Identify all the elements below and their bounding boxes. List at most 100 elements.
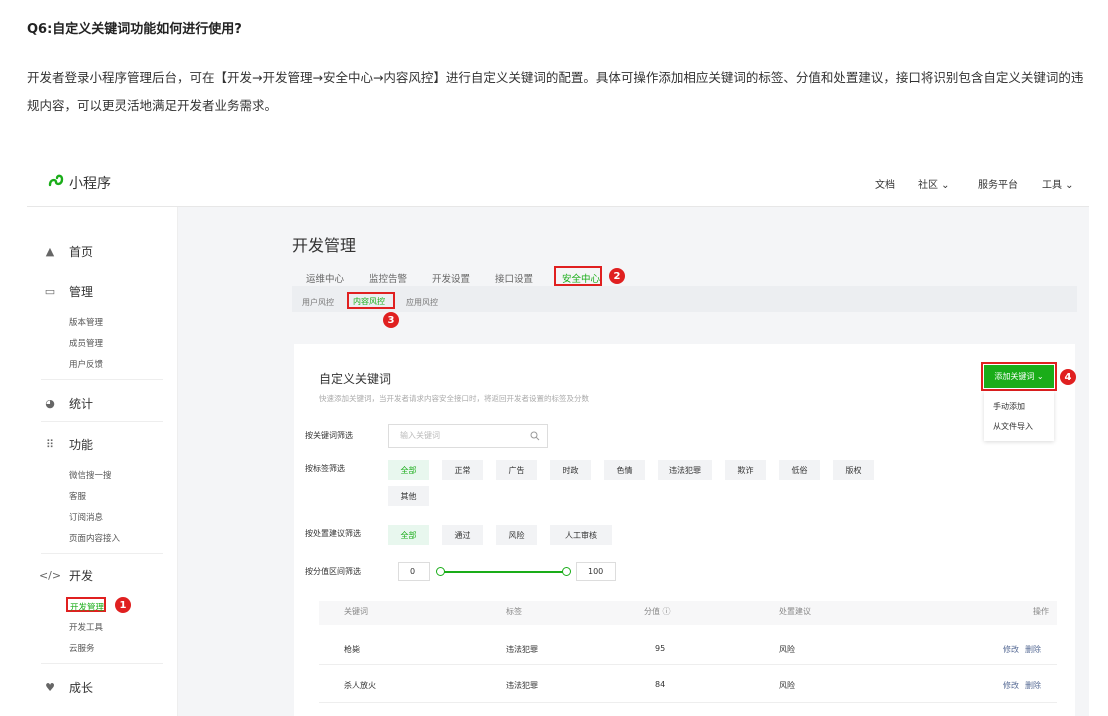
- menu-item-manual-add[interactable]: 手动添加: [993, 401, 1025, 412]
- cell-keyword: 杀人放火: [344, 681, 376, 690]
- page-title: 开发管理: [292, 236, 357, 255]
- cell-score: 95: [655, 644, 666, 653]
- cell-action: 风险: [779, 645, 795, 654]
- action-chip-manual-review[interactable]: 人工审核: [550, 525, 612, 545]
- subtab-user-risk[interactable]: 用户风控: [302, 297, 334, 308]
- column-header-operation: 操作: [1033, 607, 1049, 616]
- tag-chip-fraud[interactable]: 欺诈: [725, 460, 766, 480]
- sidebar-item-subscribe[interactable]: 订阅消息: [69, 511, 103, 523]
- question-body: 开发者登录小程序管理后台，可在【开发→开发管理→安全中心→内容风控】进行自定义关…: [27, 70, 1084, 113]
- chevron-down-icon: ⌄: [1034, 372, 1044, 381]
- nav-docs[interactable]: 文档: [875, 176, 895, 191]
- tab-dev-settings[interactable]: 开发设置: [432, 271, 470, 285]
- divider: [41, 379, 163, 380]
- sidebar-item-feedback[interactable]: 用户反馈: [69, 358, 103, 370]
- slider-handle-max[interactable]: [562, 567, 571, 576]
- sidebar-item-dev[interactable]: </> 开发: [39, 567, 94, 584]
- annotation-badge: 4: [1060, 369, 1076, 385]
- annotation-badge: 1: [115, 597, 131, 613]
- search-icon: [530, 431, 540, 441]
- sidebar-item-version[interactable]: 版本管理: [69, 316, 103, 328]
- sidebar-item-dev-management[interactable]: 开发管理: [66, 597, 106, 613]
- nav-community-label: 社区: [918, 180, 938, 191]
- sidebar-item-members[interactable]: 成员管理: [69, 337, 103, 349]
- card-title: 自定义关键词: [319, 372, 392, 386]
- screenshot-panel: 小程序 文档 社区 ⌄ 服务平台 工具 ⌄ ▲ 首页 ▭ 管理 版本管理 成员管理 …: [27, 158, 1089, 716]
- cell-tag: 违法犯罪: [506, 645, 538, 654]
- question-title: Q6:自定义关键词功能如何进行使用?: [27, 22, 242, 37]
- pie-chart-icon: ◕: [45, 397, 55, 410]
- tag-chip-illegal[interactable]: 违法犯罪: [658, 460, 712, 480]
- sidebar-item-home[interactable]: ▲ 首页: [43, 243, 93, 260]
- sidebar-item-features[interactable]: ⠿ 功能: [43, 436, 93, 453]
- slider-handle-min[interactable]: [436, 567, 445, 576]
- inbox-icon: ▭: [44, 285, 56, 298]
- search-placeholder: 输入关键词: [400, 431, 440, 440]
- sidebar-item-growth[interactable]: ♥ 成长: [43, 679, 93, 696]
- edit-link[interactable]: 修改: [1003, 644, 1019, 655]
- delete-link[interactable]: 删除: [1025, 644, 1041, 655]
- action-chip-pass[interactable]: 通过: [442, 525, 483, 545]
- tag-chip-all[interactable]: 全部: [388, 460, 429, 480]
- sidebar-item-dev-tools[interactable]: 开发工具: [69, 621, 103, 633]
- filter-tag-label: 按标签筛选: [305, 464, 345, 473]
- sidebar-manage-label: 管理: [69, 285, 94, 299]
- annotation-badge: 2: [609, 268, 625, 284]
- tag-chip-normal[interactable]: 正常: [442, 460, 483, 480]
- score-range-slider[interactable]: [440, 571, 564, 573]
- card-description: 快速添加关键词，当开发者请求内容安全接口时，将返回开发者设置的标签及分数: [319, 394, 589, 403]
- subtab-content-risk[interactable]: 内容风控: [347, 292, 395, 309]
- add-dropdown-menu: 手动添加 从文件导入: [984, 391, 1054, 441]
- tab-security-center[interactable]: 安全中心: [554, 266, 602, 286]
- sidebar-item-service[interactable]: 客服: [69, 490, 86, 502]
- sidebar-item-search[interactable]: 微信搜一搜: [69, 469, 112, 481]
- tag-chip-ads[interactable]: 广告: [496, 460, 537, 480]
- edit-link[interactable]: 修改: [1003, 680, 1019, 691]
- cell-tag: 违法犯罪: [506, 681, 538, 690]
- keyword-search-input[interactable]: 输入关键词: [388, 424, 548, 448]
- tab-ops[interactable]: 运维中心: [306, 271, 344, 285]
- miniprogram-logo-icon: [48, 174, 64, 187]
- filter-score-label: 按分值区间筛选: [305, 567, 361, 576]
- tag-chip-vulgar[interactable]: 低俗: [779, 460, 820, 480]
- keyword-card: 自定义关键词 快速添加关键词，当开发者请求内容安全接口时，将返回开发者设置的标签…: [294, 344, 1076, 716]
- sidebar-item-cloud[interactable]: 云服务: [69, 642, 95, 654]
- tag-chip-other[interactable]: 其他: [388, 486, 429, 506]
- tab-api-settings[interactable]: 接口设置: [495, 271, 533, 285]
- score-min-input[interactable]: 0: [398, 562, 430, 581]
- add-keyword-label: 添加关键词: [994, 372, 1035, 381]
- tab-monitor[interactable]: 监控告警: [369, 271, 407, 285]
- score-max-input[interactable]: 100: [576, 562, 616, 581]
- menu-item-import-file[interactable]: 从文件导入: [993, 421, 1033, 432]
- row-divider: [319, 702, 1057, 703]
- divider: [41, 663, 163, 664]
- filter-action-label: 按处置建议筛选: [305, 529, 361, 538]
- home-icon: ▲: [45, 245, 55, 258]
- divider: [41, 421, 163, 422]
- sidebar-dev-label: 开发: [69, 569, 94, 583]
- growth-icon: ♥: [45, 681, 55, 694]
- nav-tools-label: 工具: [1042, 180, 1062, 191]
- nav-community[interactable]: 社区 ⌄: [918, 176, 950, 191]
- sidebar-item-manage[interactable]: ▭ 管理: [43, 283, 93, 300]
- row-divider: [319, 664, 1057, 665]
- top-bar: 小程序 文档 社区 ⌄ 服务平台 工具 ⌄: [27, 158, 1089, 207]
- subtab-app-risk[interactable]: 应用风控: [406, 297, 438, 308]
- sidebar-item-page-content[interactable]: 页面内容接入: [69, 532, 120, 544]
- table-header: [319, 601, 1057, 625]
- action-chip-risk[interactable]: 风险: [496, 525, 537, 545]
- column-header-keyword: 关键词: [344, 607, 368, 616]
- sidebar-home-label: 首页: [69, 245, 94, 259]
- column-header-score: 分值 ⓘ: [644, 607, 671, 616]
- sidebar-item-stats[interactable]: ◕ 统计: [43, 395, 93, 412]
- nav-tools[interactable]: 工具 ⌄: [1042, 176, 1074, 191]
- add-keyword-button[interactable]: 添加关键词 ⌄: [981, 362, 1057, 391]
- column-header-action: 处置建议: [779, 607, 811, 616]
- tag-chip-politics[interactable]: 时政: [550, 460, 591, 480]
- delete-link[interactable]: 删除: [1025, 680, 1041, 691]
- action-chip-all[interactable]: 全部: [388, 525, 429, 545]
- tag-chip-porn[interactable]: 色情: [604, 460, 645, 480]
- tag-chip-copyright[interactable]: 版权: [833, 460, 874, 480]
- sidebar-stats-label: 统计: [69, 397, 94, 411]
- nav-service-platform[interactable]: 服务平台: [978, 176, 1018, 191]
